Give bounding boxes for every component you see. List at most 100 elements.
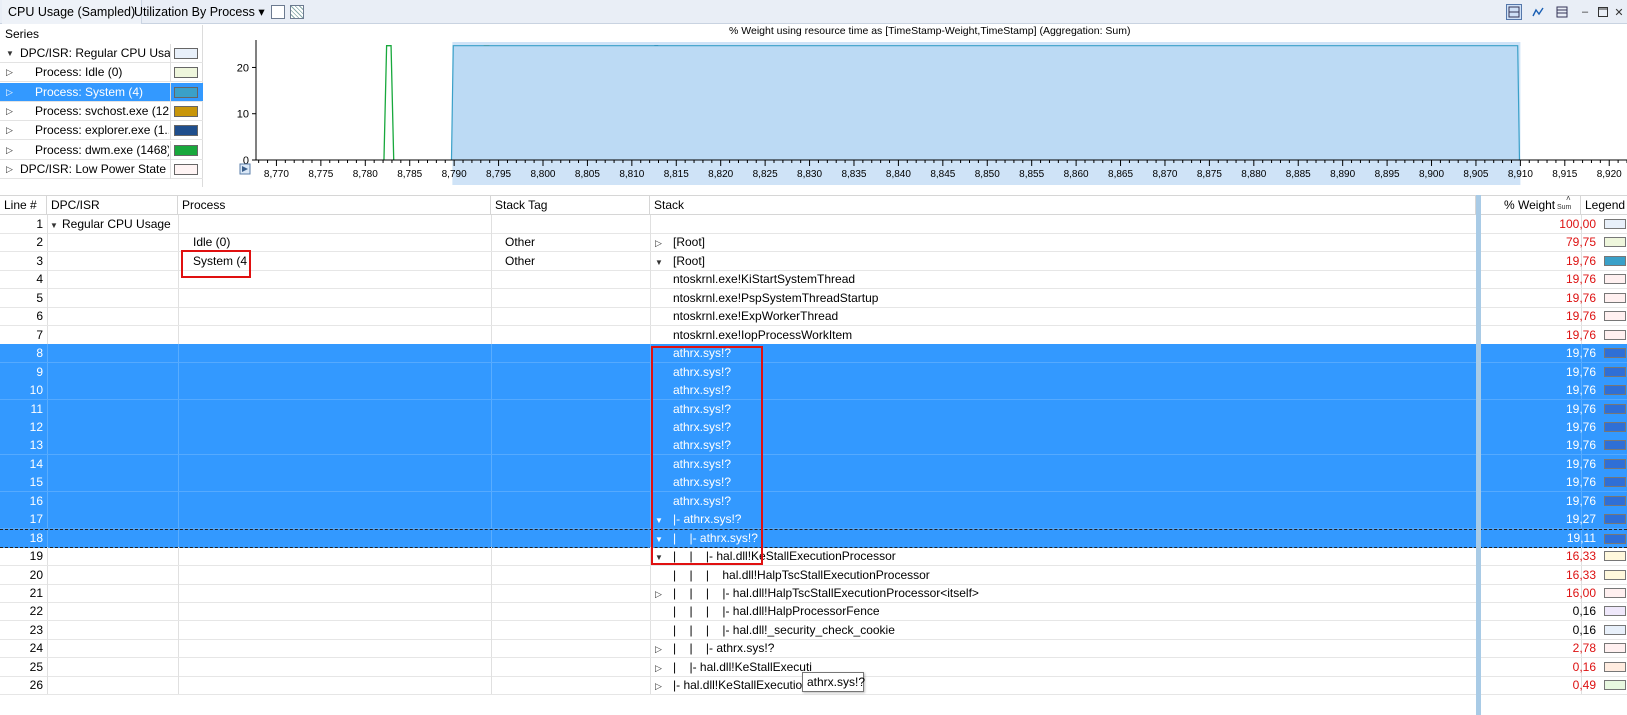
collapse-triangle-icon[interactable]: ▼ xyxy=(655,254,673,270)
expand-triangle-icon[interactable]: ▷ xyxy=(6,83,18,102)
table-row[interactable]: 10 athrx.sys!? 19,76 xyxy=(0,381,1627,401)
view-titlebar: CPU Usage (Sampled) Utilization By Proce… xyxy=(0,0,1627,24)
line-number: 14 xyxy=(29,456,43,471)
weight-cell: 19,76 xyxy=(1565,401,1596,416)
expand-triangle-icon[interactable]: ▷ xyxy=(6,141,18,160)
series-item[interactable]: ▼ DPC/ISR: Regular CPU Usa... xyxy=(0,44,203,63)
stack-cell: ▷ |- hal.dll!KeStallExecutionProcessor xyxy=(655,676,1475,694)
column-gridline xyxy=(178,362,179,381)
cpu-usage-graph[interactable]: % Weight using resource time as [TimeSta… xyxy=(204,25,1627,187)
series-item[interactable]: ▷ Process: System (4) xyxy=(0,82,203,102)
series-item[interactable]: ▷ Process: dwm.exe (1468) xyxy=(0,140,203,160)
series-separator xyxy=(170,159,171,179)
grid-icon[interactable] xyxy=(290,5,304,19)
series-color-swatch xyxy=(174,105,198,117)
col-dpc-header[interactable]: DPC/ISR xyxy=(47,196,178,215)
column-gridline xyxy=(491,491,492,510)
table-row[interactable]: 9 athrx.sys!? 19,76 xyxy=(0,362,1627,382)
expand-triangle-icon[interactable]: ▷ xyxy=(6,102,18,121)
column-gridline xyxy=(650,270,651,289)
table-row[interactable]: 14 athrx.sys!? 19,76 xyxy=(0,454,1627,474)
col-line-header[interactable]: Line # xyxy=(0,196,47,215)
column-gridline xyxy=(47,436,48,455)
expand-triangle-icon[interactable]: ▷ xyxy=(6,160,18,179)
table-row[interactable]: 18 ▼ | |- athrx.sys!? 19,11 xyxy=(0,528,1627,548)
table-row[interactable]: 11 athrx.sys!? 19,76 xyxy=(0,399,1627,419)
table-row[interactable]: 15 athrx.sys!? 19,76 xyxy=(0,473,1627,493)
table-row[interactable]: 13 athrx.sys!? 19,76 xyxy=(0,436,1627,456)
maximize-icon[interactable] xyxy=(1595,4,1611,20)
table-row[interactable]: 22 | | | |- hal.dll!HalpProcessorFence 0,1… xyxy=(0,602,1627,622)
x-tick-label: 8,795 xyxy=(486,169,511,180)
table-row[interactable]: 24 ▷ | | |- athrx.sys!? 2,78 xyxy=(0,639,1627,659)
graph-settings-icon[interactable] xyxy=(271,5,285,19)
table-row[interactable]: 12 athrx.sys!? 19,76 xyxy=(0,417,1627,437)
column-gridline xyxy=(47,344,48,363)
table-row[interactable]: 16 athrx.sys!? 19,76 xyxy=(0,491,1627,511)
table-row[interactable]: 1 ▼ Regular CPU Usage 100,00 xyxy=(0,215,1627,234)
expand-triangle-icon[interactable]: ▷ xyxy=(655,677,673,694)
table-row[interactable]: 5 ntoskrnl.exe!PspSystemThreadStartup 19,7… xyxy=(0,288,1627,308)
expand-triangle-icon[interactable]: ▷ xyxy=(6,121,18,140)
graph-only-icon[interactable] xyxy=(1530,4,1546,20)
table-row[interactable]: 21 ▷ | | | |- hal.dll!HalpTscStallExecutio… xyxy=(0,584,1627,603)
table-only-icon[interactable] xyxy=(1554,4,1570,20)
stack-cell: ntoskrnl.exe!ExpWorkerThread xyxy=(655,307,1475,325)
legend-swatch xyxy=(1604,533,1626,544)
table-row[interactable]: 23 | | | |- hal.dll!_security_check_cooki… xyxy=(0,620,1627,640)
legend-swatch xyxy=(1604,348,1626,359)
col-stacktag-header[interactable]: Stack Tag xyxy=(491,196,650,215)
table-row[interactable]: 17 ▼ |- athrx.sys!? 19,27 xyxy=(0,510,1627,530)
table-row[interactable]: 20 | | | hal.dll!HalpTscStallExecutionPro… xyxy=(0,565,1627,585)
column-splitter[interactable] xyxy=(1476,195,1481,715)
legend-swatch xyxy=(1604,421,1626,432)
graph-and-table-icon[interactable] xyxy=(1506,4,1522,20)
column-gridline xyxy=(178,325,179,344)
expand-triangle-icon[interactable]: ▷ xyxy=(655,659,673,676)
x-tick-label: 8,830 xyxy=(797,169,822,180)
col-legend-header[interactable]: Legend xyxy=(1581,196,1627,215)
x-tick-label: 8,885 xyxy=(1286,169,1311,180)
expand-triangle-icon[interactable]: ▷ xyxy=(655,640,673,657)
col-process-header[interactable]: Process xyxy=(178,196,491,215)
column-gridline xyxy=(650,657,651,676)
x-tick-label: 8,770 xyxy=(264,169,289,180)
column-gridline xyxy=(650,639,651,658)
column-gridline xyxy=(47,233,48,252)
expand-triangle-icon[interactable]: ▷ xyxy=(655,585,673,602)
stack-frame-label: ntoskrnl.exe!PspSystemThreadStartup xyxy=(673,290,879,305)
legend-swatch xyxy=(1604,329,1626,340)
stack-cell: athrx.sys!? xyxy=(655,363,1475,381)
table-row[interactable]: 19 ▼ | | |- hal.dll!KeStallExecutionProces… xyxy=(0,547,1627,567)
expand-triangle-icon[interactable]: ▷ xyxy=(6,63,18,82)
collapse-triangle-icon[interactable]: ▼ xyxy=(6,44,18,63)
minimize-icon[interactable]: – xyxy=(1577,4,1593,20)
column-gridline xyxy=(178,215,179,233)
column-gridline xyxy=(178,510,179,529)
series-color-swatch xyxy=(174,125,198,137)
stack-frame-label: [Root] xyxy=(673,235,706,250)
column-gridline xyxy=(178,565,179,584)
chevron-down-icon: ▾ xyxy=(258,5,265,19)
close-icon[interactable]: ✕ xyxy=(1611,4,1627,20)
table-row[interactable]: 7 ntoskrnl.exe!IopProcessWorkItem 19,76 xyxy=(0,325,1627,345)
stack-cell: ▼ | | |- hal.dll!KeStallExecutionProcesso… xyxy=(655,547,1475,565)
column-gridline xyxy=(491,565,492,584)
table-row[interactable]: 8 athrx.sys!? 19,76 xyxy=(0,344,1627,364)
col-stack-header[interactable]: Stack xyxy=(650,196,1476,215)
column-gridline xyxy=(178,307,179,326)
expand-triangle-icon[interactable]: ▷ xyxy=(655,234,673,251)
stack-cell: ▷ [Root] xyxy=(655,233,1475,251)
tab-cpu-usage-sampled[interactable]: CPU Usage (Sampled) xyxy=(2,0,143,24)
preset-dropdown[interactable]: Utilization By Process ▾ xyxy=(128,0,271,24)
collapse-triangle-icon[interactable]: ▼ xyxy=(50,217,62,233)
table-row[interactable]: 6 ntoskrnl.exe!ExpWorkerThread 19,76 xyxy=(0,307,1627,327)
graph-canvas[interactable]: 010208,770 8,775 8,780 8,785 8,790 8,795 8,800… xyxy=(204,25,1627,187)
series-item[interactable]: ▷ Process: explorer.exe (1... xyxy=(0,121,203,141)
series-item[interactable]: ▷ Process: svchost.exe (12... xyxy=(0,101,203,121)
weight-cell: 19,76 xyxy=(1565,493,1596,508)
series-item[interactable]: ▷ Process: Idle (0) xyxy=(0,63,203,83)
line-number: 4 xyxy=(36,272,43,287)
column-gridline xyxy=(491,620,492,639)
series-item[interactable]: ▷ DPC/ISR: Low Power State xyxy=(0,159,203,179)
